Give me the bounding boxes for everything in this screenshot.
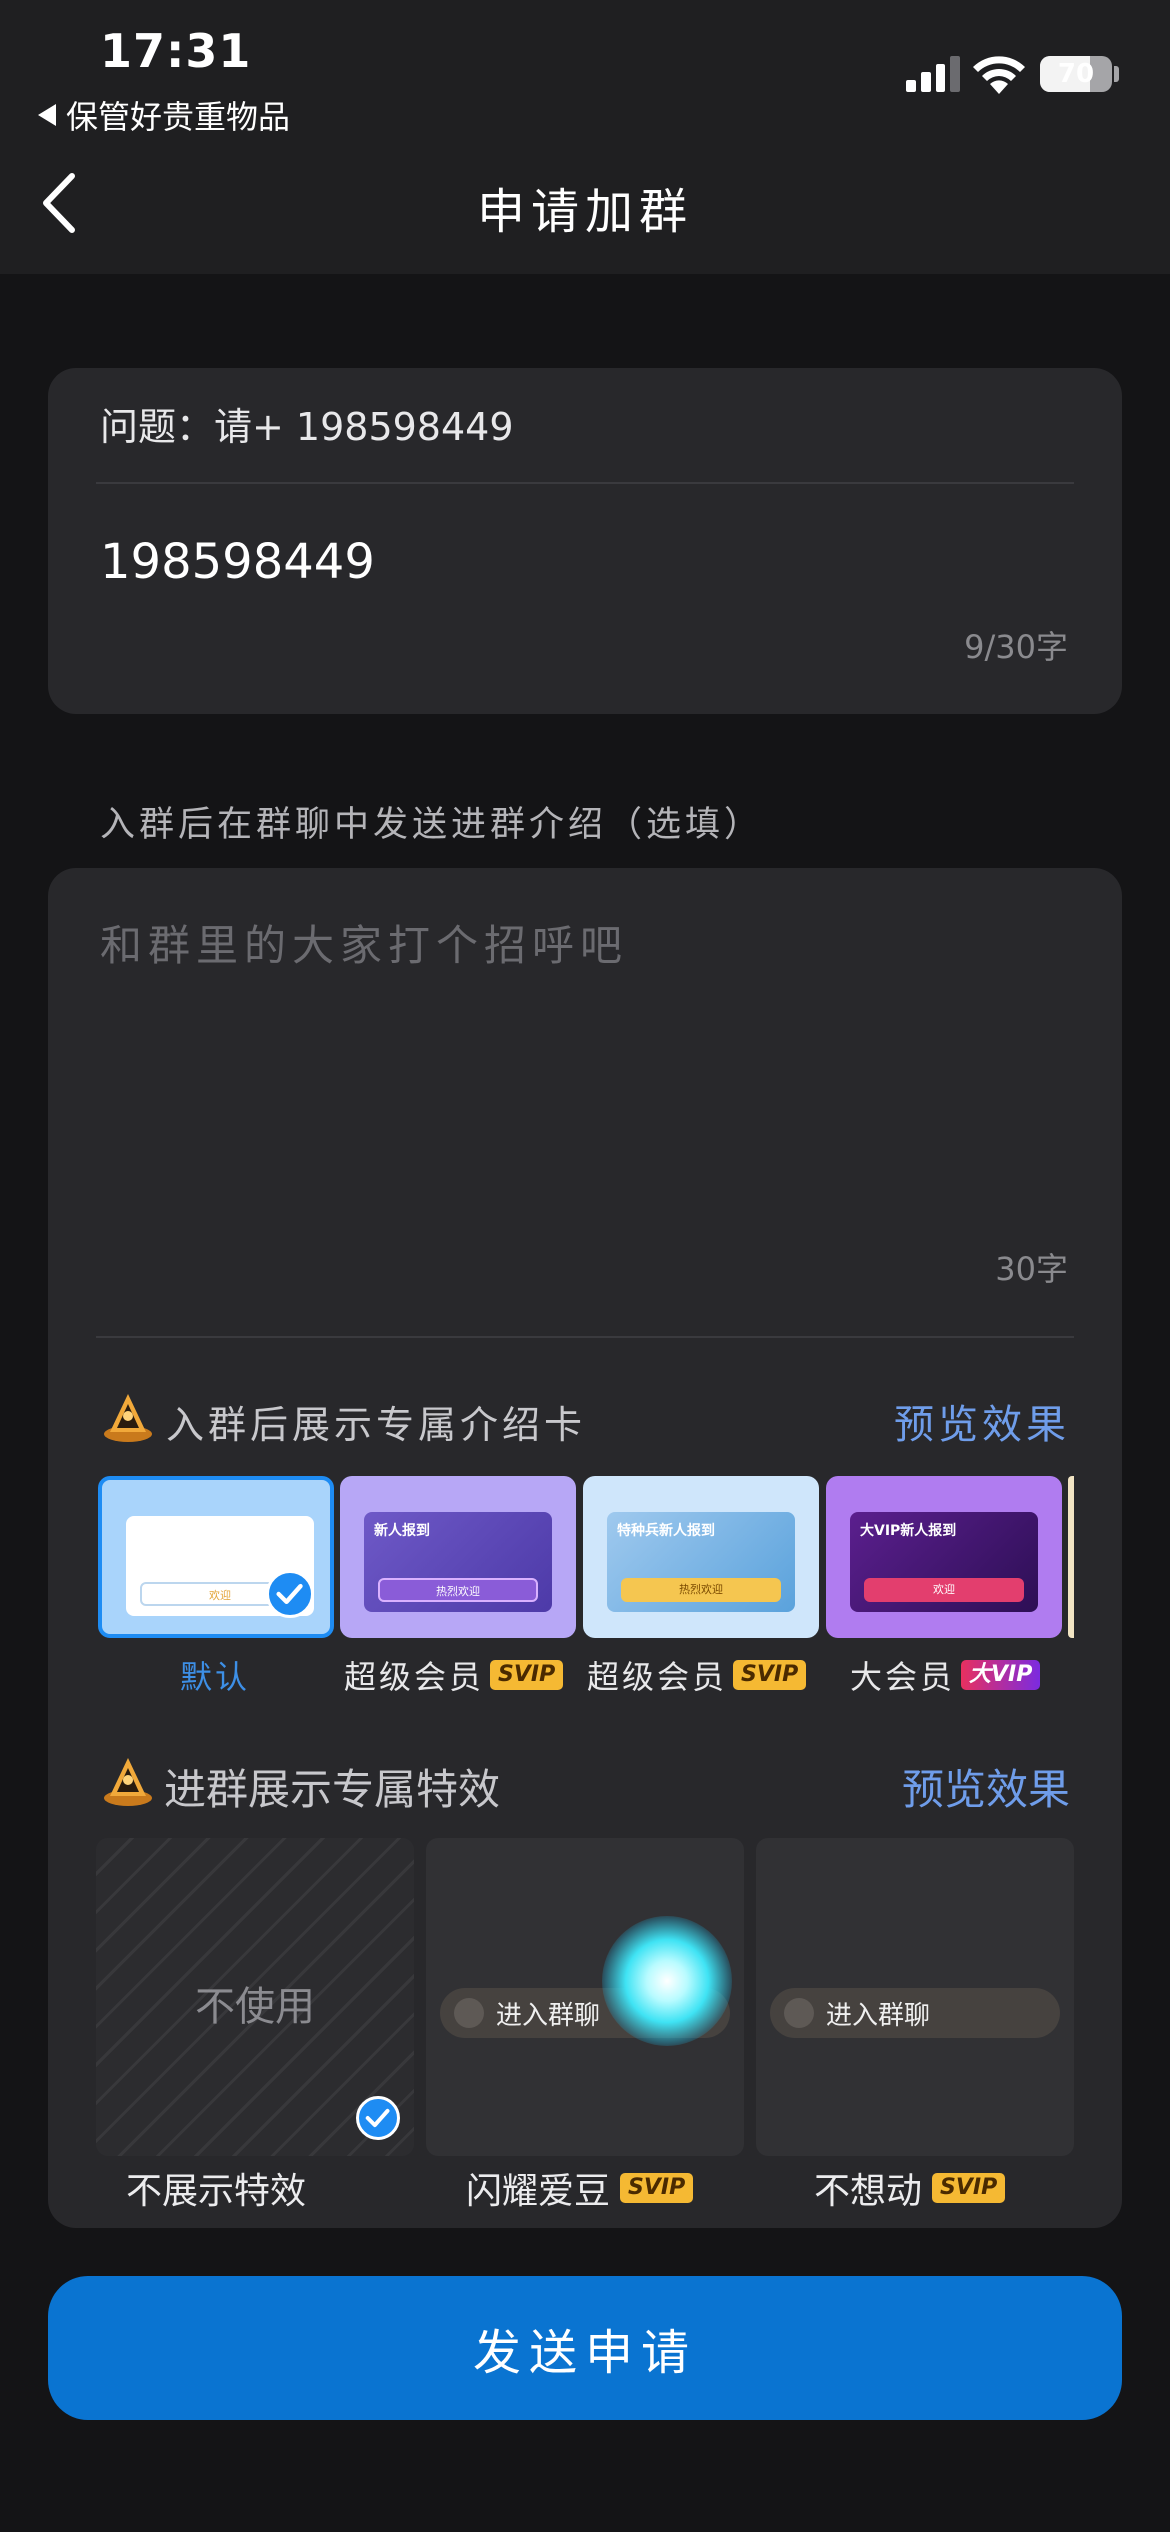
card-header-text: 特种兵新人报到 xyxy=(617,1523,715,1539)
status-time: 17:31 xyxy=(100,24,252,78)
svip-badge: SVIP xyxy=(490,1660,564,1690)
back-triangle-icon xyxy=(38,104,56,126)
effect-label-text: 不展示特效 xyxy=(126,2171,307,2212)
enter-group-pill: 进入群聊 xyxy=(770,1988,1060,2038)
effect-label-still: 不想动 SVIP xyxy=(814,2162,1006,2214)
card-header-text: 新人报到 xyxy=(374,1523,430,1539)
card-button-text: 热烈欢迎 xyxy=(378,1578,538,1602)
effect-label-text: 不想动 xyxy=(814,2171,923,2212)
battery-level: 70 xyxy=(1057,59,1095,89)
battery-icon: 70 xyxy=(1040,56,1112,92)
card-button-text: 欢迎 xyxy=(864,1578,1024,1602)
card-button-text: 热烈欢迎 xyxy=(621,1578,781,1602)
question-label: 问题：请+ 198598449 xyxy=(100,405,514,449)
intro-card-option-more[interactable] xyxy=(1068,1476,1074,1638)
intro-card-option-svip-1[interactable]: 新人报到 热烈欢迎 xyxy=(340,1476,576,1638)
answer-char-count: 9/30字 xyxy=(964,628,1068,666)
effect-label-none: 不展示特效 xyxy=(126,2162,306,2214)
effects-preview-link[interactable]: 预览效果 xyxy=(902,1756,1070,1817)
svip-badge: SVIP xyxy=(733,1660,807,1690)
intro-input[interactable] xyxy=(100,910,1070,980)
back-to-app-link[interactable]: 保管好贵重物品 xyxy=(38,92,290,138)
divider xyxy=(96,482,1074,484)
intro-char-count: 30字 xyxy=(995,1250,1068,1288)
selected-check-icon xyxy=(266,1570,314,1618)
pill-text: 进入群聊 xyxy=(826,2000,931,2031)
selected-check-icon xyxy=(356,2096,400,2140)
card-label-text: 超级会员 xyxy=(587,1658,728,1696)
avatar xyxy=(454,1998,484,2028)
send-request-button[interactable]: 发送申请 xyxy=(48,2276,1122,2420)
svip-badge: SVIP xyxy=(932,2173,1006,2203)
intro-card-section-title: 入群后展示专属介绍卡 xyxy=(166,1403,587,1447)
intro-card-label-default: 默认 xyxy=(180,1652,250,1698)
intro-section-label: 入群后在群聊中发送进群介绍（选填） xyxy=(100,805,764,845)
page-title: 申请加群 xyxy=(476,184,693,240)
effect-option-shining-idol[interactable]: 进入群聊 xyxy=(426,1838,744,2156)
effect-option-still[interactable]: 进入群聊 xyxy=(756,1838,1074,2156)
card-thumbnail: 新人报到 热烈欢迎 xyxy=(364,1512,552,1612)
effect-label-shining-idol: 闪耀爱豆 SVIP xyxy=(466,2162,694,2214)
card-label-text: 超级会员 xyxy=(344,1658,485,1696)
card-header-text: 大VIP新人报到 xyxy=(860,1523,957,1539)
intro-card-option-svip-2[interactable]: 特种兵新人报到 热烈欢迎 xyxy=(583,1476,819,1638)
effects-section-title: 进群展示专属特效 xyxy=(164,1765,501,1814)
intro-card-option-bigvip[interactable]: 大VIP新人报到 欢迎 xyxy=(826,1476,1062,1638)
intro-card-label-bigvip: 大会员 大VIP xyxy=(850,1652,1041,1698)
divider xyxy=(96,1336,1074,1338)
card-label-text: 大会员 xyxy=(850,1658,956,1696)
intro-card-label-svip-2: 超级会员 SVIP xyxy=(587,1652,807,1698)
cellular-signal-icon xyxy=(906,56,960,92)
avatar xyxy=(784,1998,814,2028)
crown-flame-icon xyxy=(104,1758,152,1806)
bigvip-badge: 大VIP xyxy=(961,1660,1041,1690)
svip-badge: SVIP xyxy=(620,2173,694,2203)
wifi-icon xyxy=(973,56,1025,94)
card-thumbnail: 大VIP新人报到 欢迎 xyxy=(850,1512,1038,1612)
card-thumbnail: 特种兵新人报到 热烈欢迎 xyxy=(607,1512,795,1612)
effect-none-text: 不使用 xyxy=(195,1984,315,2030)
answer-field[interactable]: 198598449 xyxy=(100,534,375,590)
pill-text: 进入群聊 xyxy=(496,2000,601,2031)
crown-flame-icon xyxy=(104,1394,152,1442)
intro-card-label-svip-1: 超级会员 SVIP xyxy=(344,1652,564,1698)
battery-tip xyxy=(1114,66,1119,82)
card-label-text: 默认 xyxy=(180,1658,251,1696)
effect-label-text: 闪耀爱豆 xyxy=(466,2171,611,2212)
sparkle-effect-icon xyxy=(602,1916,732,2046)
intro-card-preview-link[interactable]: 预览效果 xyxy=(894,1392,1070,1450)
back-app-label: 保管好贵重物品 xyxy=(66,98,291,136)
